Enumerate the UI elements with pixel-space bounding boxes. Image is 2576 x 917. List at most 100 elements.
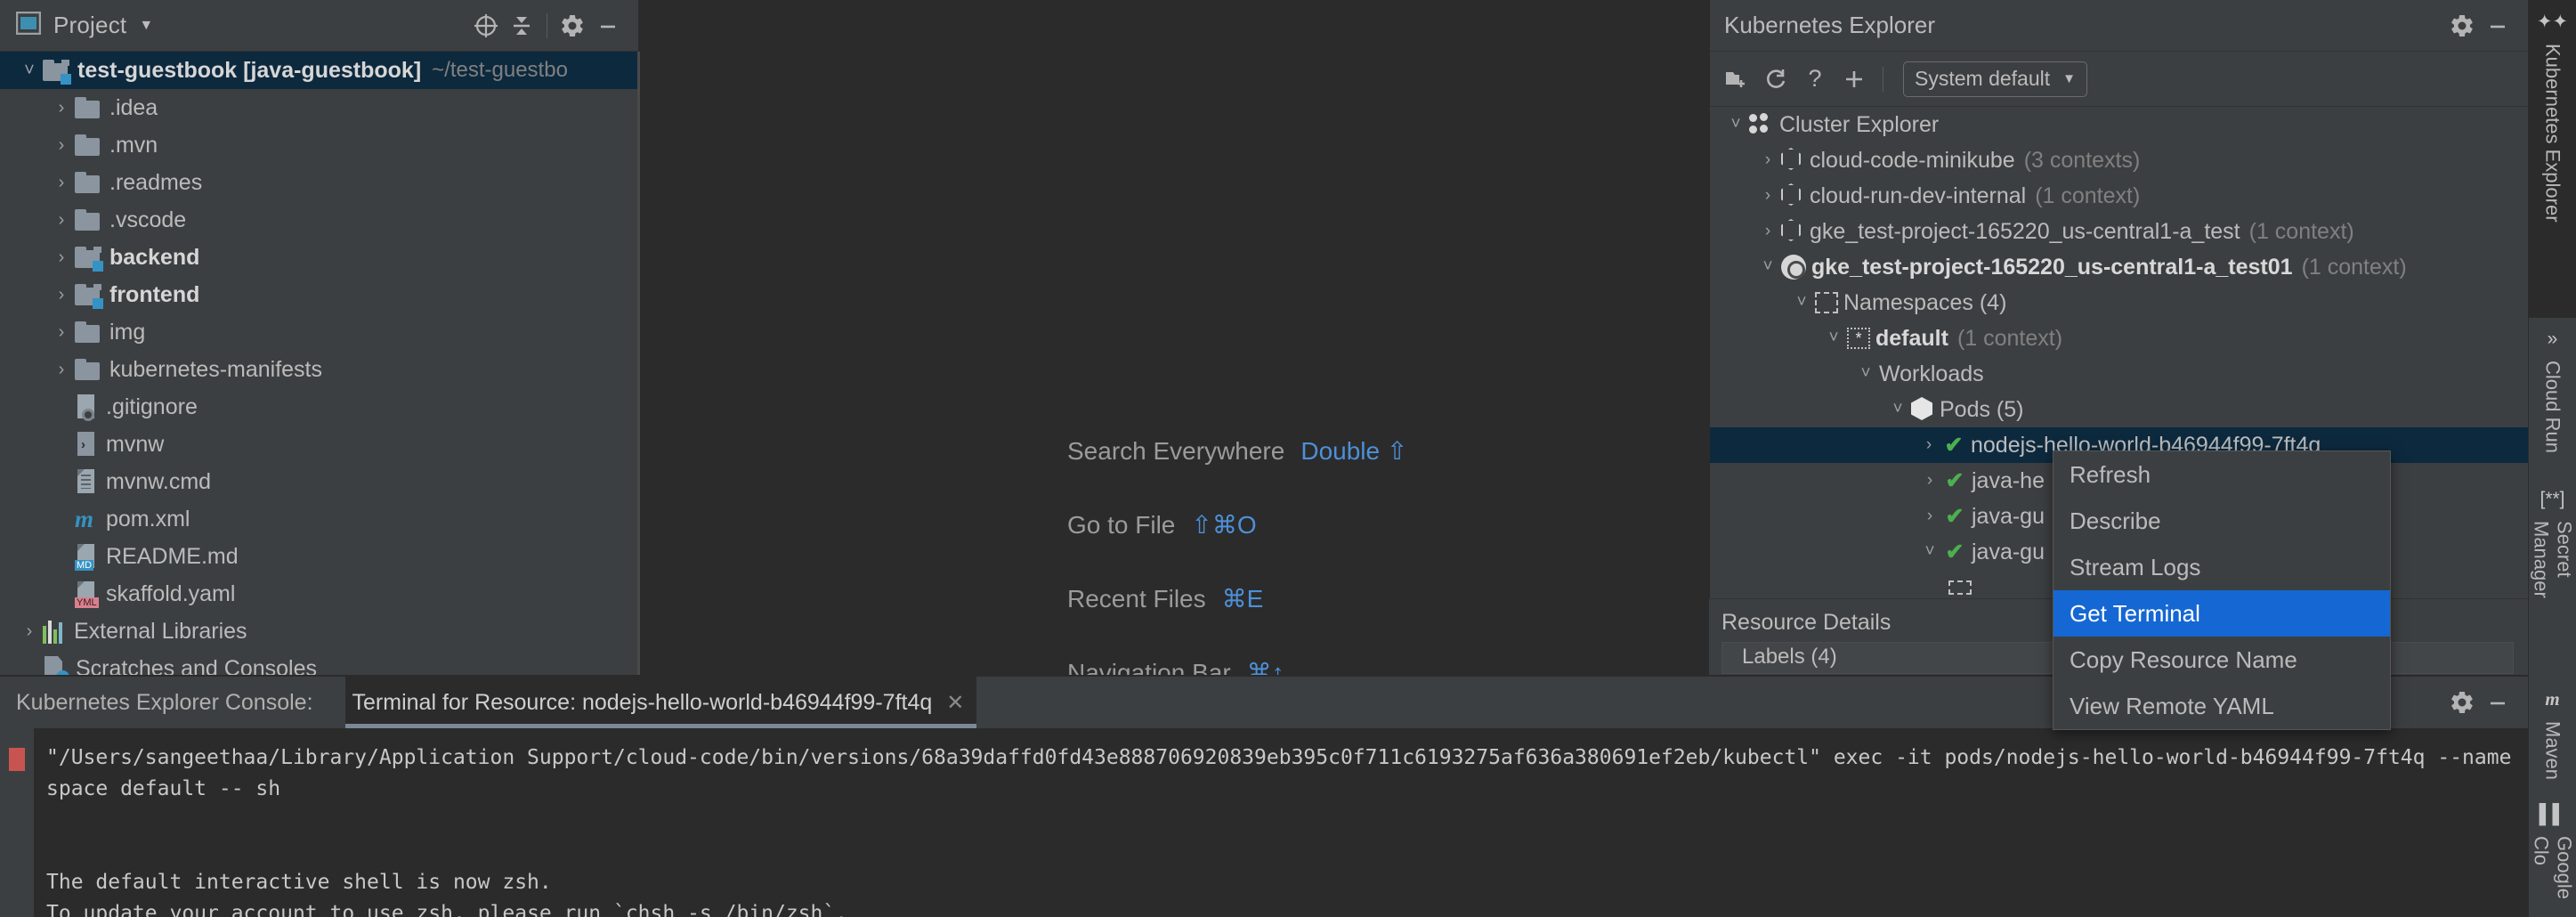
chevron-right-icon[interactable]: › [16,621,43,642]
tree-row-readme-md[interactable]: MD README.md [0,538,638,575]
tool-tab-maven[interactable]: m Maven [2529,678,2576,793]
cloud-run-icon: » [2548,329,2558,350]
hint-shortcut: ⇧⌘O [1191,510,1256,540]
tree-row-img[interactable]: › img [0,313,638,351]
chevron-down-icon[interactable]: ˅ [1852,364,1879,384]
collapse-all-icon[interactable] [504,8,539,44]
context-selector[interactable]: System default ▼ [1903,61,2087,97]
terminal-output-text: "/Users/sangeethaa/Library/Application S… [34,728,2528,917]
chevron-right-icon[interactable]: › [48,135,75,156]
k8s-row-namespace-default[interactable]: ˅ * default (1 context) [1710,321,2528,356]
chevron-right-icon[interactable]: › [48,360,75,380]
chevron-right-icon[interactable]: › [1916,471,1943,491]
tool-tab-secret-manager[interactable]: [**] Secret Manager [2529,478,2576,678]
minimize-icon[interactable] [2480,8,2515,44]
tree-row-mvnw[interactable]: › mvnw [0,426,638,463]
tree-row-skaffold-yaml[interactable]: YML skaffold.yaml [0,575,638,613]
tree-row-label: .mvn [109,133,158,158]
k8s-row-gke-test01[interactable]: ˅ gke_test-project-165220_us-central1-a_… [1710,249,2528,285]
chevron-right-icon[interactable]: › [1916,507,1943,526]
minimize-icon[interactable] [590,8,626,44]
chevron-down-icon[interactable]: ˅ [16,61,43,81]
tree-row-label: pom.xml [106,507,190,532]
tool-tab-google-cloud[interactable]: ▌▌ Google Clo [2529,793,2576,917]
tree-row-mvn[interactable]: › .mvn [0,126,638,164]
chevron-down-icon[interactable]: ˅ [1916,542,1943,562]
k8s-row-context-count: (1 context) [1957,326,2062,352]
tree-row-root[interactable]: ˅ test-guestbook [java-guestbook] ~/test… [0,52,638,89]
chevron-right-icon[interactable]: › [1916,435,1942,455]
k8s-row-namespaces[interactable]: ˅ Namespaces (4) [1710,285,2528,321]
healthy-check-icon: ✔ [1943,539,1966,565]
k8s-row-cluster-explorer[interactable]: ˅ Cluster Explorer [1710,107,2528,142]
chevron-down-icon[interactable]: ˅ [1884,400,1911,419]
add-cluster-icon[interactable] [1719,61,1754,97]
project-tree[interactable]: ˅ test-guestbook [java-guestbook] ~/test… [0,52,638,677]
refresh-icon[interactable] [1758,61,1794,97]
k8s-row-pods[interactable]: ˅ Pods (5) [1710,392,2528,427]
tree-row-scratches-and-consoles[interactable]: Scratches and Consoles [0,650,638,677]
tree-row-idea[interactable]: › .idea [0,89,638,126]
chevron-right-icon[interactable]: › [1754,150,1781,170]
k8s-row-cloud-run-dev-internal[interactable]: › cloud-run-dev-internal (1 context) [1710,178,2528,214]
chevron-down-icon[interactable]: ˅ [1788,293,1815,312]
k8s-row-cloud-code-minikube[interactable]: › cloud-code-minikube (3 contexts) [1710,142,2528,178]
tool-tab-kubernetes-explorer[interactable]: ✦✦ Kubernetes Explorer [2529,0,2576,318]
k8s-row-workloads[interactable]: ˅ Workloads [1710,356,2528,392]
tree-row-external-libraries[interactable]: › External Libraries [0,613,638,650]
google-cloud-icon: ▌▌ [2540,804,2566,825]
chevron-right-icon[interactable]: › [48,322,75,343]
locate-icon[interactable] [468,8,504,44]
context-menu-item-get-terminal[interactable]: Get Terminal [2054,590,2390,637]
tree-row-pom-xml[interactable]: m pom.xml [0,500,638,538]
hint-go-to-file: Go to File ⇧⌘O [1067,510,1407,540]
help-icon[interactable]: ? [1797,61,1833,97]
gear-icon[interactable] [555,8,590,44]
gear-icon[interactable] [2444,685,2480,720]
k8s-row-label: default [1875,326,1948,352]
tree-row-label: External Libraries [74,619,247,645]
chevron-right-icon[interactable]: › [48,173,75,193]
kubernetes-icon: ✦✦ [2537,11,2568,33]
console-tab-terminal[interactable]: Terminal for Resource: nodejs-hello-worl… [345,677,977,728]
gear-icon[interactable] [2444,8,2480,44]
tree-row-kubernetes-manifests[interactable]: › kubernetes-manifests [0,351,638,388]
context-menu-item-copy-resource-name[interactable]: Copy Resource Name [2054,637,2390,683]
context-menu-item-describe[interactable]: Describe [2054,498,2390,544]
chevron-down-icon[interactable]: ˅ [1722,115,1749,134]
context-menu-item-view-remote-yaml[interactable]: View Remote YAML [2054,683,2390,729]
hexagon-icon [1781,219,1804,244]
hint-shortcut: Double ⇧ [1300,436,1407,466]
chevron-down-icon[interactable]: ▼ [139,18,153,34]
tree-row-readmes[interactable]: › .readmes [0,164,638,201]
pod-context-menu[interactable]: Refresh Describe Stream Logs Get Termina… [2053,450,2391,730]
tool-tab-label: Secret Manager [2530,521,2576,660]
chevron-right-icon[interactable]: › [48,248,75,268]
chevron-right-icon[interactable]: › [48,98,75,118]
libraries-icon [43,619,66,644]
tool-tab-cloud-run[interactable]: » Cloud Run [2529,318,2576,478]
context-selector-value: System default [1915,67,2050,91]
shell-script-file-icon: › [75,431,98,458]
chevron-right-icon[interactable]: › [48,285,75,305]
plus-icon[interactable] [1836,61,1872,97]
module-folder-icon [43,59,69,82]
chevron-down-icon[interactable]: ˅ [1754,257,1781,277]
chevron-right-icon[interactable]: › [48,210,75,231]
tree-row-frontend[interactable]: › frontend [0,276,638,313]
tree-row-backend[interactable]: › backend [0,239,638,276]
close-icon[interactable]: ✕ [946,690,964,716]
context-menu-item-stream-logs[interactable]: Stream Logs [2054,544,2390,590]
console-gutter [0,728,34,917]
tree-row-vscode[interactable]: › .vscode [0,201,638,239]
chevron-right-icon[interactable]: › [1754,186,1781,206]
terminal-output-area[interactable]: "/Users/sangeethaa/Library/Application S… [0,728,2528,917]
tree-row-mvnw-cmd[interactable]: mvnw.cmd [0,463,638,500]
k8s-row-label: java-gu [1972,540,2045,565]
k8s-row-gke-test[interactable]: › gke_test-project-165220_us-central1-a_… [1710,214,2528,249]
chevron-down-icon[interactable]: ˅ [1820,329,1847,348]
tree-row-gitignore[interactable]: .gitignore [0,388,638,426]
minimize-icon[interactable] [2480,685,2515,720]
chevron-right-icon[interactable]: › [1754,222,1781,241]
context-menu-item-refresh[interactable]: Refresh [2054,451,2390,498]
